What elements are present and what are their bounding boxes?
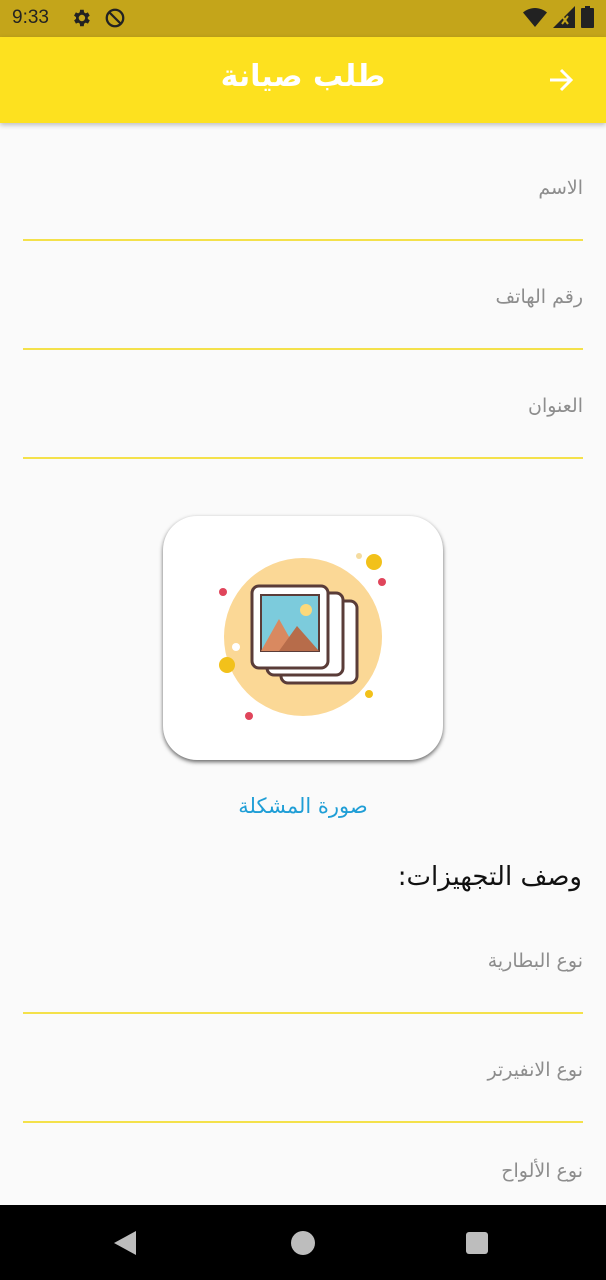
home-circle-icon[interactable] — [291, 1231, 315, 1255]
app-bar: طلب صيانة — [0, 37, 606, 123]
page-title: طلب صيانة — [220, 59, 386, 94]
phone-field[interactable]: رقم الهاتف — [23, 240, 583, 350]
name-field[interactable]: الاسم — [23, 131, 583, 241]
status-time: 9:33 — [12, 7, 49, 28]
photo-picker-button[interactable] — [163, 516, 443, 760]
panels-type-field[interactable]: نوع الألواح — [23, 1114, 583, 1205]
panels-type-label: نوع الألواح — [501, 1160, 583, 1182]
gear-icon — [74, 9, 90, 27]
address-field-underline — [23, 457, 583, 459]
status-bar: 9:33 — [0, 0, 606, 37]
system-nav-bar — [0, 1205, 606, 1280]
signal-icon — [553, 6, 575, 28]
battery-icon — [581, 6, 594, 28]
arrow-right-icon[interactable] — [546, 65, 576, 95]
address-field[interactable]: العنوان — [23, 349, 583, 459]
back-triangle-icon[interactable] — [112, 1229, 138, 1257]
dnd-icon — [105, 8, 125, 28]
battery-type-label: نوع البطارية — [487, 950, 583, 972]
phone-field-label: رقم الهاتف — [495, 286, 583, 308]
status-icons — [523, 6, 594, 28]
photo-caption-link[interactable]: صورة المشكلة — [0, 794, 606, 818]
address-field-label: العنوان — [527, 395, 583, 417]
image-gallery-icon — [219, 553, 386, 720]
inverter-type-field[interactable]: نوع الانفيرتر — [23, 1013, 583, 1123]
wifi-icon — [523, 8, 547, 27]
inverter-type-label: نوع الانفيرتر — [487, 1059, 583, 1081]
equipment-heading: وصف التجهيزات: — [397, 862, 582, 892]
name-field-label: الاسم — [538, 177, 583, 199]
recents-square-icon[interactable] — [466, 1232, 488, 1254]
battery-type-field[interactable]: نوع البطارية — [23, 904, 583, 1014]
